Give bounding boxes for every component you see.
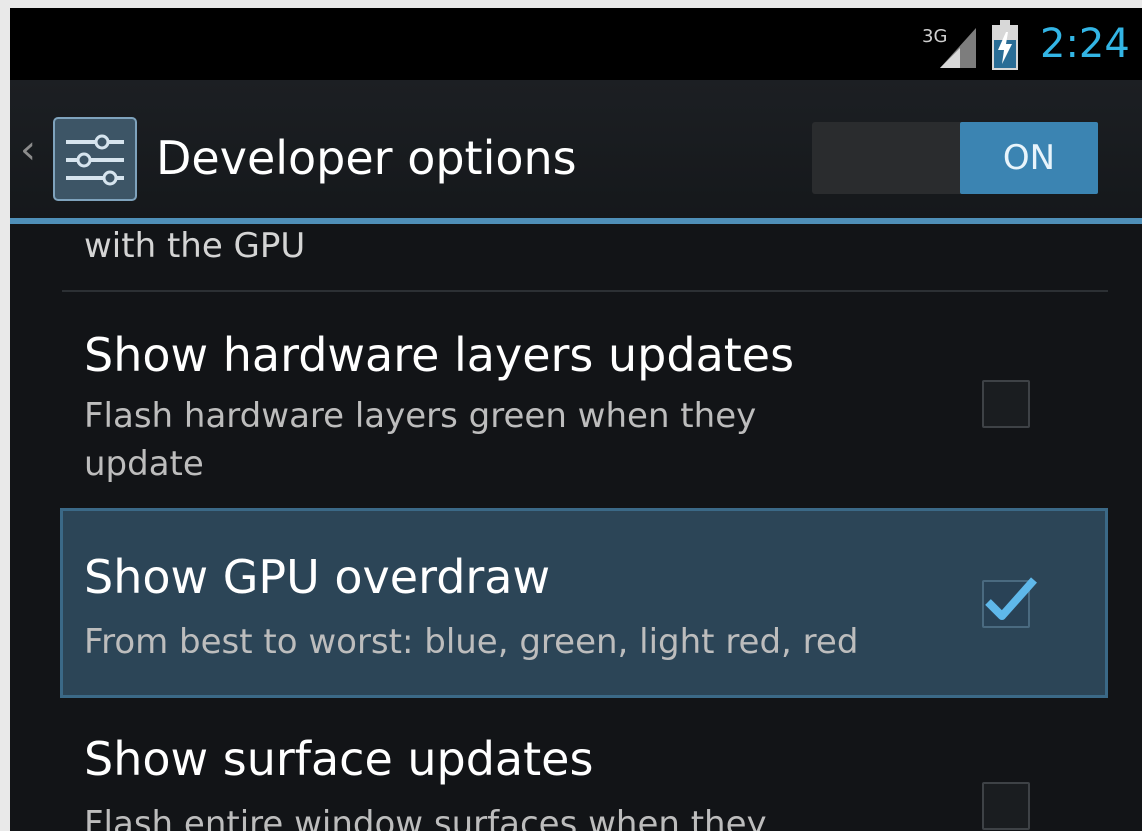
list-item-summary: Flash entire window surfaces when they — [84, 804, 767, 831]
toggle-on-label: ON — [960, 122, 1098, 194]
list-item-summary: Flash hardware layers green when they up… — [84, 396, 757, 484]
clock-time: 2:24 — [1040, 21, 1130, 67]
list-item-title: Show surface updates — [84, 732, 594, 786]
screen: 3G 2:24 ‹ Developer options ON with the … — [10, 8, 1142, 831]
developer-options-toggle[interactable]: ON — [812, 122, 1098, 194]
chevron-left-icon[interactable]: ‹ — [20, 130, 36, 170]
settings-sliders-icon[interactable] — [52, 116, 138, 202]
checkbox-show-surface-updates[interactable] — [982, 782, 1030, 830]
battery-charging-icon — [992, 20, 1018, 70]
signal-3g-icon: 3G — [922, 26, 976, 68]
page-title: Developer options — [156, 131, 577, 185]
previous-item-summary: with the GPU — [84, 226, 306, 266]
list-item-summary: From best to worst: blue, green, light r… — [84, 622, 859, 662]
list-item-title: Show hardware layers updates — [84, 328, 795, 382]
checkmark-icon — [985, 577, 1037, 620]
network-type-label: 3G — [922, 26, 947, 47]
status-bar: 3G 2:24 — [10, 8, 1142, 80]
checkbox-show-gpu-overdraw[interactable] — [982, 577, 1037, 628]
list-item-title: Show GPU overdraw — [84, 550, 551, 604]
list-divider — [62, 290, 1108, 292]
action-bar: ‹ Developer options ON — [10, 80, 1142, 220]
checkbox-show-hardware-layers-updates[interactable] — [982, 380, 1030, 428]
